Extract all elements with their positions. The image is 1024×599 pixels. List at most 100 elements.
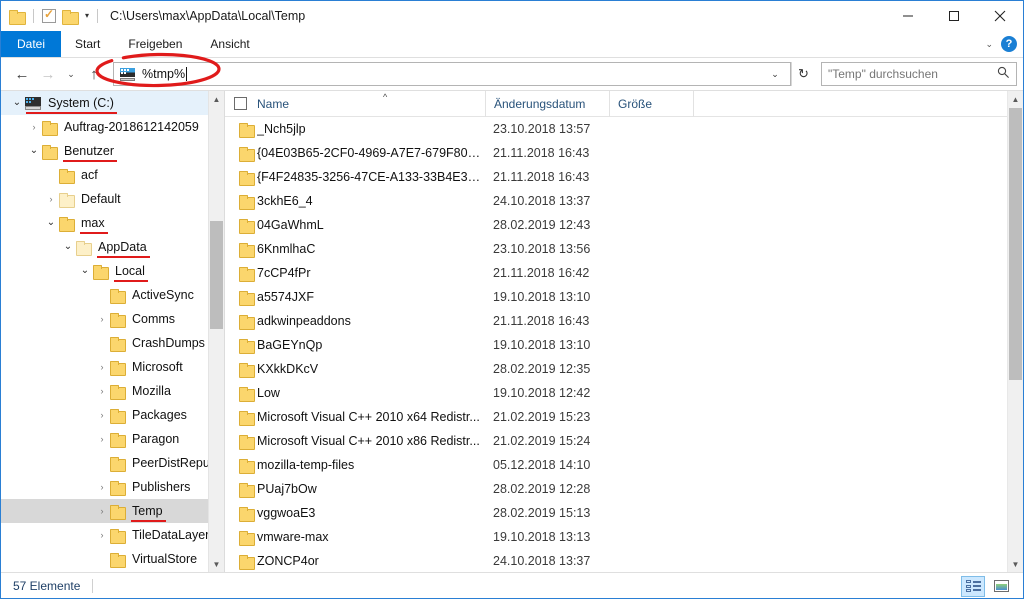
back-button[interactable]: ← [9,61,35,87]
tree-item-virtualstore[interactable]: VirtualStore [1,547,208,571]
column-header-spacer [693,90,773,117]
row-name-cell: 7cCP4fPr [257,266,311,280]
tree-item-microsoft[interactable]: › Microsoft [1,355,208,379]
tree-item-paragon[interactable]: › Paragon [1,427,208,451]
minimize-button[interactable] [885,1,931,31]
chevron-down-icon[interactable]: ⌄ [60,242,76,252]
row-date-cell: 19.10.2018 13:10 [493,290,591,304]
tree-item-tiledatalayer[interactable]: › TileDataLayer [1,523,208,547]
up-button[interactable]: ↑ [81,61,107,87]
tab-start[interactable]: Start [61,31,114,57]
table-row[interactable]: vmware-max 19.10.2018 13:13 [225,525,1007,549]
details-view-button[interactable] [961,575,985,597]
row-date-cell: 21.11.2018 16:43 [493,314,590,328]
close-button[interactable] [977,1,1023,31]
tree-item-peerdistrepub[interactable]: PeerDistRepub [1,451,208,475]
maximize-button[interactable] [931,1,977,31]
search-icon[interactable] [997,66,1010,82]
search-input[interactable]: "Temp" durchsuchen [828,67,997,81]
address-bar[interactable]: %tmp% ⌄ [113,62,791,86]
tab-ansicht[interactable]: Ansicht [196,31,263,57]
chevron-right-icon[interactable]: › [94,482,110,492]
tree-item-benutzer[interactable]: ⌄ Benutzer [1,139,208,163]
scroll-up-icon[interactable]: ▲ [209,91,224,107]
table-row[interactable]: {04E03B65-2CF0-4969-A7E7-679F8033... 21.1… [225,141,1007,165]
folder-icon[interactable] [9,9,26,25]
tree-item-system-c[interactable]: ⌄ System (C:) [1,91,208,115]
chevron-right-icon[interactable]: › [94,506,110,516]
table-row[interactable]: mozilla-temp-files 05.12.2018 14:10 [225,453,1007,477]
chevron-down-icon[interactable]: ⌄ [26,146,42,156]
scroll-up-icon[interactable]: ▲ [1008,91,1023,107]
table-row[interactable]: vggwoaE3 28.02.2019 15:13 [225,501,1007,525]
chevron-right-icon[interactable]: › [94,362,110,372]
forward-button[interactable]: → [35,61,61,87]
scroll-down-icon[interactable]: ▼ [1008,556,1023,572]
chevron-down-icon[interactable]: ⌄ [985,39,993,50]
chevron-right-icon[interactable]: › [94,530,110,540]
chevron-down-icon[interactable]: ▾ [85,12,89,20]
tree-item-local[interactable]: ⌄ Local [1,259,208,283]
table-row[interactable]: Microsoft Visual C++ 2010 x86 Redistr...… [225,429,1007,453]
thumbnail-view-button[interactable] [989,576,1013,597]
help-icon[interactable]: ? [1001,36,1017,52]
window-title-path: C:\Users\max\AppData\Local\Temp [110,9,306,23]
chevron-down-icon[interactable]: ⌄ [77,266,93,276]
table-row[interactable]: Microsoft Visual C++ 2010 x64 Redistr...… [225,405,1007,429]
table-row[interactable]: 7cCP4fPr 21.11.2018 16:42 [225,261,1007,285]
chevron-right-icon[interactable]: › [94,314,110,324]
search-box[interactable]: "Temp" durchsuchen [821,62,1017,86]
tree-item-activesync[interactable]: ActiveSync [1,283,208,307]
address-input-value[interactable]: %tmp% [142,67,185,81]
table-row[interactable]: {F4F24835-3256-47CE-A133-33B4E34D... 21.1… [225,165,1007,189]
tab-datei[interactable]: Datei [1,31,62,57]
sidebar-scroll-thumb[interactable] [210,221,223,329]
table-row[interactable]: adkwinpeaddons 21.11.2018 16:43 [225,309,1007,333]
navigation-bar: ← → ⌄ ↑ %tmp% ⌄ ↻ "Temp" durchsuchen [1,58,1023,90]
scroll-down-icon[interactable]: ▼ [209,556,224,572]
table-row[interactable]: _Nch5jlp 23.10.2018 13:57 [225,117,1007,141]
table-row[interactable]: KXkkDKcV 28.02.2019 12:35 [225,357,1007,381]
chevron-down-icon[interactable]: ⌄ [9,98,25,108]
table-row[interactable]: ZONCP4or 24.10.2018 13:37 [225,549,1007,572]
table-row[interactable]: Low 19.10.2018 12:42 [225,381,1007,405]
tree-item-crashdumps[interactable]: CrashDumps [1,331,208,355]
column-header-date[interactable]: Änderungsdatum [485,90,609,117]
select-all-checkbox[interactable] [225,91,255,117]
tree-item-default[interactable]: › Default [1,187,208,211]
chevron-right-icon[interactable]: › [43,194,59,204]
tree-item-packages[interactable]: › Packages [1,403,208,427]
tree-item-max[interactable]: ⌄ max [1,211,208,235]
sidebar-scrollbar[interactable]: ▲ ▼ [208,91,224,572]
chevron-right-icon[interactable]: › [26,122,42,132]
chevron-right-icon[interactable]: › [94,386,110,396]
recent-locations-button[interactable]: ⌄ [61,61,81,87]
table-row[interactable]: 6KnmlhaC 23.10.2018 13:56 [225,237,1007,261]
address-dropdown-icon[interactable]: ⌄ [764,69,786,80]
tree-item-label: Auftrag-2018612142059 [64,120,199,134]
file-list-pane: Name ^ Änderungsdatum Größe _Nch5jlp 23.1… [225,90,1023,572]
tree-item-publishers[interactable]: › Publishers [1,475,208,499]
table-row[interactable]: PUaj7bOw 28.02.2019 12:28 [225,477,1007,501]
column-header-size[interactable]: Größe [609,90,693,117]
table-row[interactable]: a5574JXF 19.10.2018 13:10 [225,285,1007,309]
tree-item-acf[interactable]: acf [1,163,208,187]
chevron-right-icon[interactable]: › [94,410,110,420]
tab-freigeben[interactable]: Freigeben [114,31,196,57]
column-header-name[interactable]: Name ^ [255,91,485,117]
tree-item-appdata[interactable]: ⌄ AppData [1,235,208,259]
tree-item-temp[interactable]: › Temp [1,499,208,523]
new-folder-icon[interactable] [62,9,79,25]
tree-item-mozilla[interactable]: › Mozilla [1,379,208,403]
file-list-scroll-thumb[interactable] [1009,108,1022,380]
properties-checkbox-icon[interactable] [42,7,56,23]
tree-item-comms[interactable]: › Comms [1,307,208,331]
table-row[interactable]: 3ckhE6_4 24.10.2018 13:37 [225,189,1007,213]
chevron-right-icon[interactable]: › [94,434,110,444]
file-list-scrollbar[interactable]: ▲ ▼ [1007,91,1023,572]
table-row[interactable]: 04GaWhmL 28.02.2019 12:43 [225,213,1007,237]
chevron-down-icon[interactable]: ⌄ [43,218,59,228]
tree-item-auftrag-2018612142059[interactable]: › Auftrag-2018612142059 [1,115,208,139]
table-row[interactable]: BaGEYnQp 19.10.2018 13:10 [225,333,1007,357]
refresh-button[interactable]: ↻ [791,62,815,86]
